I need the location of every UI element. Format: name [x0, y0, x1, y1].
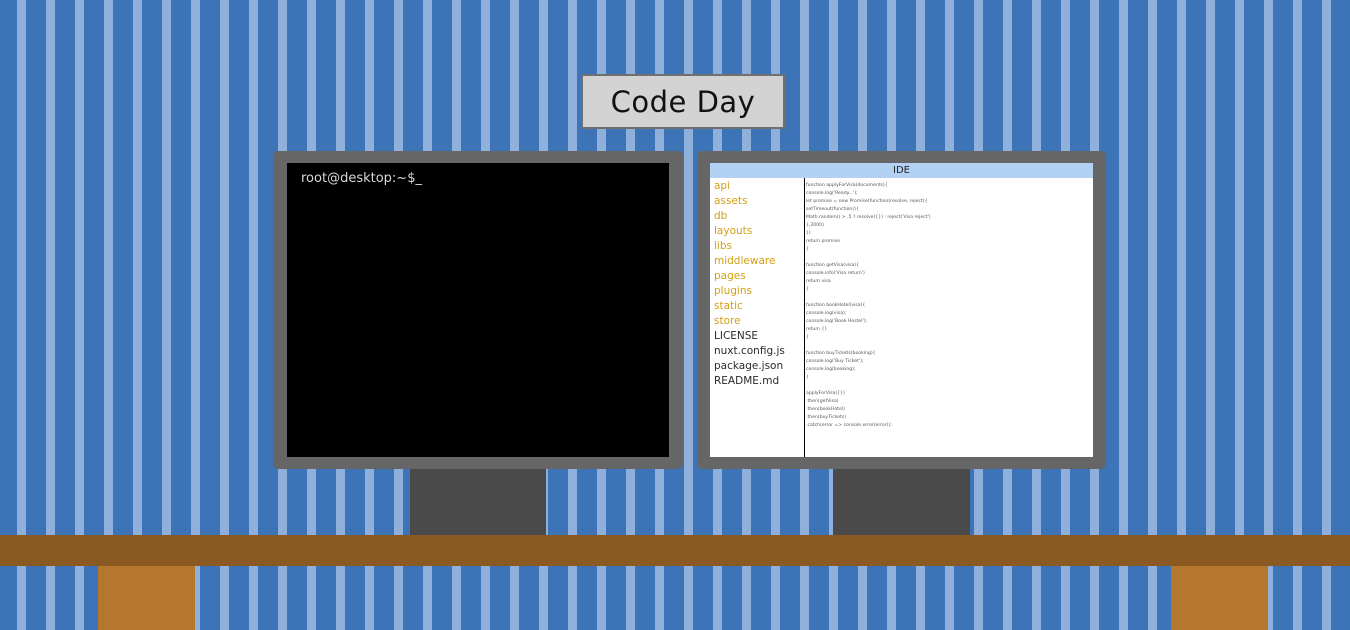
folder-item-store[interactable]: store — [714, 314, 804, 329]
folder-item-plugins[interactable]: plugins — [714, 284, 804, 299]
file-item-nuxt-config[interactable]: nuxt.config.js — [714, 344, 804, 359]
desk-leg-left — [98, 566, 195, 630]
file-item-package-json[interactable]: package.json — [714, 359, 804, 374]
folder-item-static[interactable]: static — [714, 299, 804, 314]
folder-item-api[interactable]: api — [714, 179, 804, 194]
ide-title: IDE — [893, 165, 910, 176]
file-item-readme[interactable]: README.md — [714, 374, 804, 389]
ide-screen: IDE api assets db layouts libs middlewar… — [710, 163, 1093, 457]
sign-title: Code Day — [610, 84, 756, 119]
ide-monitor-stand — [833, 469, 970, 535]
folder-item-middleware[interactable]: middleware — [714, 254, 804, 269]
file-tree: api assets db layouts libs middleware pa… — [710, 178, 805, 457]
folder-item-pages[interactable]: pages — [714, 269, 804, 284]
folder-item-libs[interactable]: libs — [714, 239, 804, 254]
desk-leg-right — [1171, 566, 1268, 630]
terminal-screen[interactable]: root@desktop:~$_ — [287, 163, 669, 457]
terminal-monitor-stand — [410, 469, 546, 535]
ide-monitor: IDE api assets db layouts libs middlewar… — [697, 151, 1106, 469]
terminal-prompt: root@desktop:~$_ — [301, 171, 422, 186]
folder-item-assets[interactable]: assets — [714, 194, 804, 209]
ide-body: api assets db layouts libs middleware pa… — [710, 178, 1093, 457]
code-day-sign: Code Day — [581, 74, 785, 129]
desk-top — [0, 535, 1350, 566]
terminal-monitor: root@desktop:~$_ — [273, 151, 683, 469]
file-item-license[interactable]: LICENSE — [714, 329, 804, 344]
folder-item-db[interactable]: db — [714, 209, 804, 224]
folder-item-layouts[interactable]: layouts — [714, 224, 804, 239]
code-editor[interactable]: function applyForVisa(documents){ consol… — [806, 182, 1089, 430]
ide-title-bar: IDE — [710, 163, 1093, 178]
